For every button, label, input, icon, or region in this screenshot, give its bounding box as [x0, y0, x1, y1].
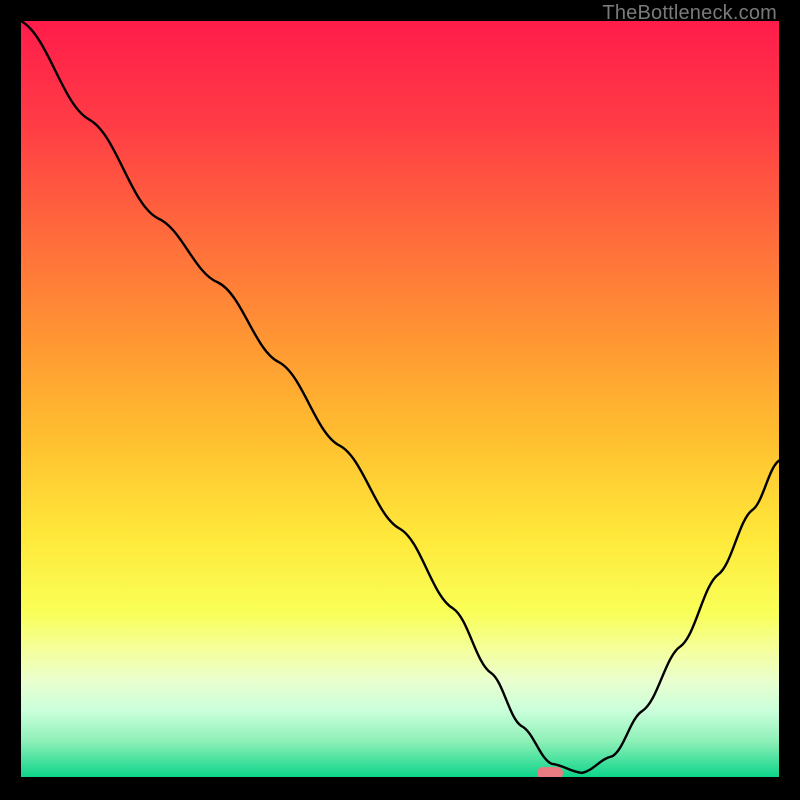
- chart-plot-area: [21, 21, 779, 779]
- x-axis-baseline: [21, 777, 779, 779]
- watermark-text: TheBottleneck.com: [602, 2, 777, 25]
- bottleneck-curve: [21, 21, 779, 779]
